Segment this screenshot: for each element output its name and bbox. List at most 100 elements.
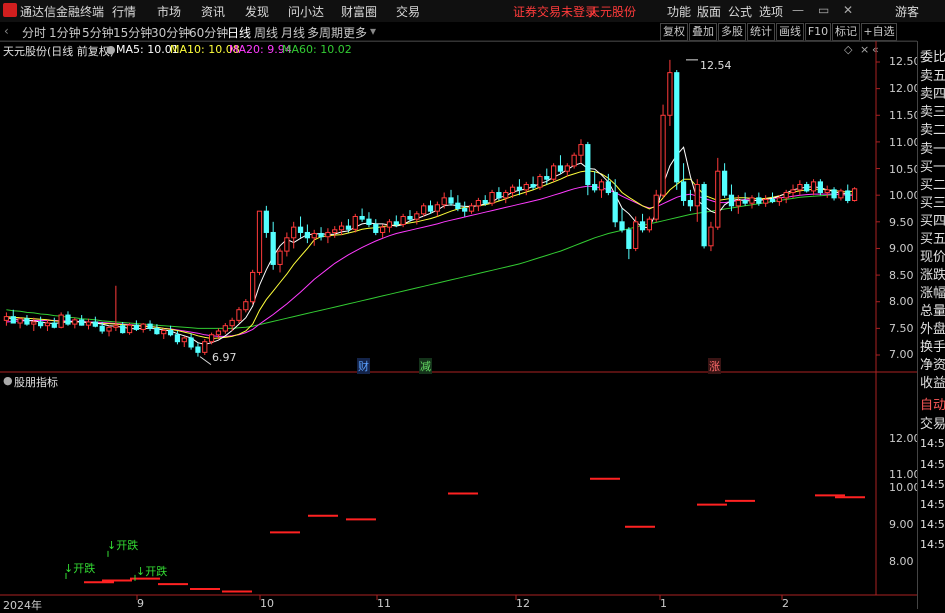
ma60-line [6, 193, 855, 329]
panel-item[interactable]: 委比 [920, 46, 945, 65]
candle-down [605, 181, 611, 194]
candle-up [113, 325, 119, 328]
x-tick-label: 1 [660, 597, 667, 610]
candle-up [311, 233, 317, 239]
y-tick-label: 9.50 [889, 216, 914, 229]
candle-up [653, 194, 659, 220]
y-tick-label: 12.00 [889, 82, 921, 95]
panel-item[interactable]: 买一 [920, 156, 945, 175]
candle-down [701, 184, 707, 247]
candle-down [530, 184, 536, 188]
candle-up [503, 192, 509, 199]
panel-item[interactable]: 买三 [920, 192, 945, 211]
candle-up [441, 197, 447, 206]
panel-item-auto[interactable]: 自动 [920, 394, 945, 413]
candle-down [742, 200, 748, 204]
candle-down [756, 197, 762, 204]
panel-item[interactable]: 卖二 [920, 119, 945, 138]
candle-up [763, 198, 769, 204]
candle-up [468, 205, 475, 212]
candle-down [721, 170, 728, 196]
candle-up [421, 205, 427, 215]
candle-down [407, 215, 413, 220]
low-annotation: 6.97 [212, 351, 237, 364]
candle-down [619, 221, 625, 231]
candle-down [174, 334, 181, 343]
candle-up [708, 226, 714, 247]
y-tick-label: 9.00 [889, 242, 914, 255]
indicator-settings-icon[interactable]: ● [3, 374, 13, 387]
panel-item[interactable]: 收益 [920, 372, 945, 391]
candle-up [776, 197, 782, 203]
y-tick-label: 12.50 [889, 55, 921, 68]
panel-item[interactable]: 买二 [920, 174, 945, 193]
candle-down [817, 181, 824, 194]
panel-time: 14:56 [920, 498, 945, 511]
candle-up [256, 210, 263, 273]
panel-item[interactable]: 换手 [920, 336, 945, 355]
kline-chart[interactable] [0, 0, 945, 609]
x-tick-label: 10 [260, 597, 274, 610]
candle-down [516, 186, 523, 191]
candle-down [448, 197, 454, 204]
panel-item[interactable]: 外盘 [920, 318, 945, 337]
panel-item[interactable]: 涨跌 [920, 264, 945, 283]
candle-down [188, 337, 194, 348]
candle-up [571, 154, 577, 167]
candle-down [79, 319, 85, 326]
candle-down [65, 314, 71, 325]
candle-down [831, 189, 837, 199]
candle-up [509, 186, 516, 194]
panel-item-trade[interactable]: 交易 [920, 413, 945, 432]
candle-up [578, 144, 584, 156]
event-marker-cai[interactable]: 财 [357, 358, 370, 374]
event-marker-jian[interactable]: 减 [419, 358, 432, 374]
y-tick-label: 8.50 [889, 269, 914, 282]
panel-item[interactable]: 总量 [920, 300, 945, 319]
ind-y-tick-label: 8.00 [889, 555, 914, 568]
x-tick-label: 11 [377, 597, 391, 610]
candle-down [557, 165, 564, 172]
panel-item[interactable]: 涨幅 [920, 282, 945, 301]
panel-item[interactable]: 买五 [920, 228, 945, 247]
candle-down [585, 144, 591, 186]
candle-down [37, 321, 44, 327]
candle-down [687, 200, 694, 207]
panel-item[interactable]: 卖一 [920, 138, 945, 157]
panel-item[interactable]: 卖三 [920, 101, 945, 120]
panel-item[interactable]: 现价 [920, 246, 945, 265]
candle-down [592, 184, 598, 191]
candle-up [181, 337, 187, 343]
candle-up [277, 250, 283, 265]
candle-up [250, 271, 256, 303]
candle-up [202, 341, 208, 353]
panel-item[interactable]: 卖四 [920, 83, 945, 102]
candle-up [236, 309, 242, 321]
candle-down [51, 322, 57, 328]
candle-down [99, 325, 105, 332]
candle-up [106, 326, 112, 332]
candle-up [851, 188, 858, 202]
candle-down [92, 321, 98, 327]
candle-up [85, 321, 92, 326]
signal-label: ↓开跌 [136, 565, 168, 578]
panel-item[interactable]: 卖五 [920, 65, 945, 84]
candle-down [270, 231, 276, 265]
candle-down [318, 233, 324, 238]
candle-down [626, 229, 632, 249]
candle-up [537, 176, 543, 188]
panel-item[interactable]: 净资 [920, 354, 945, 373]
candle-up [660, 114, 666, 196]
candle-up [140, 323, 146, 330]
candle-up [749, 197, 755, 204]
candle-down [544, 176, 550, 180]
candle-down [133, 324, 140, 330]
candle-up [222, 325, 228, 332]
panel-item[interactable]: 买四 [920, 210, 945, 229]
y-tick-label: 11.50 [889, 109, 921, 122]
x-tick-label: 12 [516, 597, 530, 610]
candle-down [120, 325, 126, 334]
event-marker-zhang[interactable]: 涨 [708, 358, 721, 374]
candle-up [598, 181, 605, 191]
panel-time: 14:56 [920, 538, 945, 551]
